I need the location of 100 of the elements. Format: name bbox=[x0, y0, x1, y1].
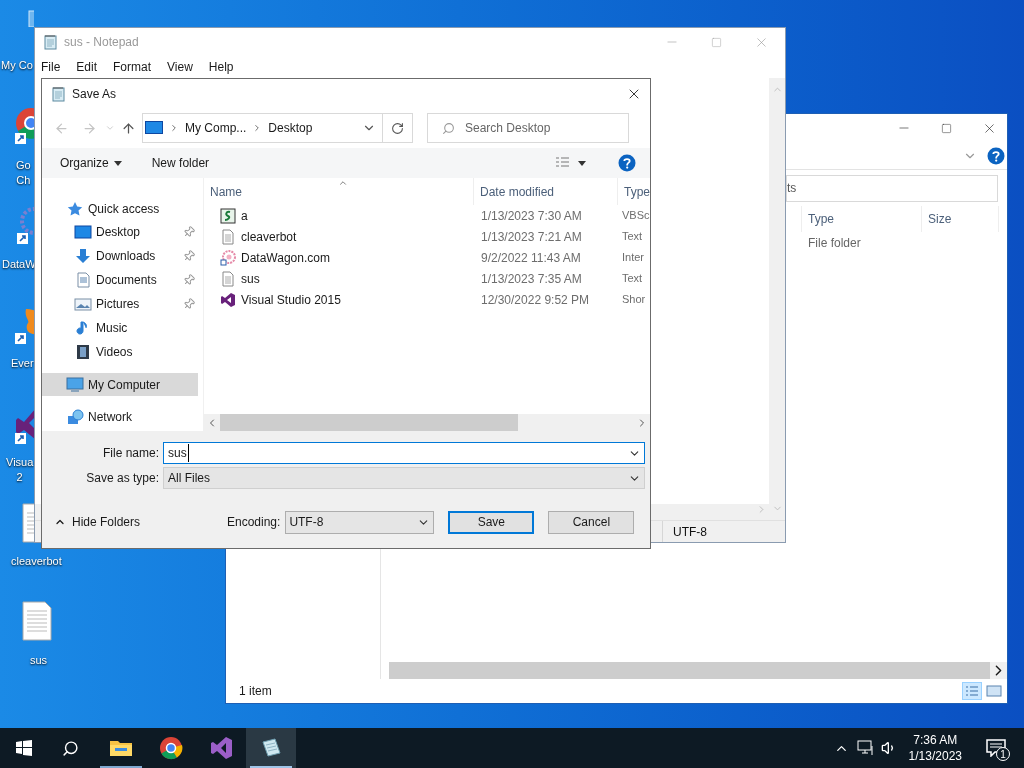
text-file-icon bbox=[220, 270, 236, 287]
date-modified-cell-text: 9/2/2022 11:43 AM bbox=[480, 249, 582, 267]
file-row[interactable]: sus 1/13/2023 7:35 AM Text bbox=[204, 268, 650, 289]
file-name: Visual Studio 2015 bbox=[241, 291, 341, 309]
new-folder-button[interactable]: New folder bbox=[151, 154, 210, 172]
network-icon bbox=[66, 408, 84, 425]
file-name-field[interactable]: sus bbox=[163, 442, 645, 464]
file-name-label: File name: bbox=[101, 445, 160, 462]
menu-item[interactable]: Format bbox=[113, 58, 152, 76]
menu-item[interactable]: View bbox=[167, 58, 193, 76]
breadcrumb-item[interactable]: Desktop bbox=[268, 119, 313, 137]
help-icon[interactable] bbox=[618, 154, 636, 172]
date-modified-cell-text: 1/13/2023 7:35 AM bbox=[480, 270, 583, 288]
breadcrumb-item[interactable]: My Comp... bbox=[185, 119, 247, 137]
save-as-type-dropdown[interactable]: All Files bbox=[163, 467, 645, 489]
notification-badge: 1 bbox=[996, 747, 1010, 761]
status-text: 1 item bbox=[239, 683, 272, 700]
file-name: a bbox=[241, 207, 248, 225]
column-header[interactable]: Date modified bbox=[474, 178, 618, 205]
desktop-icon-label: 2 bbox=[16, 470, 23, 485]
maximize-icon[interactable] bbox=[941, 122, 952, 134]
notepad-icon bbox=[259, 736, 283, 760]
file-row[interactable]: a 1/13/2023 7:30 AM VBSc bbox=[204, 205, 650, 226]
menu-item[interactable]: File bbox=[41, 58, 61, 76]
encoding-status: UTF-8 bbox=[672, 523, 707, 541]
document-icon bbox=[74, 272, 92, 288]
desktop-icon-label: sus bbox=[30, 653, 48, 668]
film-icon bbox=[74, 344, 92, 360]
file-type-cell-text: File folder bbox=[808, 235, 861, 252]
desktop-icon bbox=[74, 224, 92, 240]
file-type-cell-text: VBSc bbox=[621, 208, 650, 224]
up-icon[interactable] bbox=[121, 120, 136, 136]
save-as-type-label: Save as type: bbox=[85, 470, 160, 487]
save-button[interactable]: Save bbox=[448, 510, 535, 534]
details-view-icon[interactable] bbox=[962, 682, 982, 700]
address-bar[interactable]: My Comp... Desktop bbox=[142, 113, 383, 143]
column-header[interactable]: Name bbox=[204, 178, 474, 205]
window-title: sus - Notepad bbox=[64, 34, 139, 51]
date-modified-cell-text: 1/13/2023 7:21 AM bbox=[480, 228, 583, 246]
date-modified-cell-text: 12/30/2022 9:52 PM bbox=[480, 291, 591, 309]
nav-item[interactable]: Pictures bbox=[42, 292, 203, 316]
scrollbar-thumb[interactable] bbox=[220, 414, 518, 431]
desktop-icon-label: DataW bbox=[2, 257, 36, 272]
taskbar-button[interactable] bbox=[246, 728, 296, 768]
download-arrow-icon bbox=[74, 248, 92, 264]
column-header[interactable]: Type bbox=[801, 206, 921, 232]
desktop-icon-label: cleaverbot bbox=[11, 554, 62, 569]
desktop-icon-label: Ever bbox=[11, 356, 34, 371]
menu-item[interactable]: Help bbox=[208, 58, 234, 76]
cancel-button[interactable]: Cancel bbox=[548, 510, 635, 534]
search-field[interactable]: ts bbox=[786, 174, 998, 202]
horizontal-scrollbar[interactable] bbox=[389, 662, 1007, 679]
refresh-button[interactable] bbox=[383, 113, 413, 143]
thumbnail-view-icon[interactable] bbox=[984, 682, 1004, 700]
nav-item[interactable]: Quick access bbox=[42, 197, 198, 220]
notification-icon[interactable] bbox=[986, 739, 1006, 757]
nav-item[interactable]: My Computer bbox=[42, 373, 198, 396]
refresh-icon bbox=[391, 121, 404, 135]
chrome-icon bbox=[159, 736, 183, 760]
horizontal-scrollbar[interactable] bbox=[204, 414, 650, 431]
nav-item[interactable]: Documents bbox=[42, 268, 203, 292]
caret-icon bbox=[113, 160, 122, 166]
web-shortcut-icon bbox=[220, 249, 236, 266]
desktop-icon-label: My Co bbox=[1, 58, 33, 73]
file-name: cleaverbot bbox=[241, 228, 297, 246]
windows-logo-icon[interactable] bbox=[16, 740, 32, 756]
file-name: DataWagon.com bbox=[241, 249, 330, 267]
file-type-cell-text: Shor bbox=[621, 292, 647, 308]
encoding-dropdown[interactable]: UTF-8 bbox=[285, 510, 435, 534]
scroll-right-icon[interactable] bbox=[990, 662, 1007, 679]
script-file-icon bbox=[220, 207, 236, 224]
text-file-icon[interactable] bbox=[20, 601, 54, 641]
column-header[interactable]: Type bbox=[618, 178, 650, 205]
nav-item[interactable]: Videos bbox=[42, 340, 203, 364]
file-row[interactable]: cleaverbot 1/13/2023 7:21 AM Text bbox=[204, 226, 650, 247]
dialog-title: Save As bbox=[72, 85, 117, 103]
search-field[interactable]: Search Desktop bbox=[427, 113, 629, 143]
visual-studio-icon bbox=[209, 736, 233, 760]
notepad-icon bbox=[51, 85, 67, 102]
column-header[interactable]: Size bbox=[921, 206, 999, 232]
search-icon[interactable] bbox=[62, 739, 79, 757]
hide-folders-button[interactable]: Hide Folders bbox=[42, 513, 227, 531]
file-type-cell-text: Text bbox=[621, 229, 644, 245]
nav-item[interactable]: Music bbox=[42, 316, 203, 340]
clock[interactable]: 7:36 AM 1/13/2023 bbox=[908, 732, 962, 764]
file-row[interactable]: DataWagon.com 9/2/2022 11:43 AM Inter bbox=[204, 247, 650, 268]
desktop-icon-label: Visua bbox=[6, 455, 34, 470]
menu-item[interactable]: Edit bbox=[76, 58, 98, 76]
file-row[interactable]: Visual Studio 2015 12/30/2022 9:52 PM Shor bbox=[204, 289, 650, 310]
network-icon[interactable] bbox=[856, 740, 875, 756]
organize-button[interactable]: Organize bbox=[60, 154, 122, 172]
view-options-icon[interactable] bbox=[556, 157, 586, 169]
file-type-cell-text: Inter bbox=[621, 250, 645, 266]
visual-studio-icon bbox=[220, 291, 236, 308]
nav-item[interactable]: Downloads bbox=[42, 244, 203, 268]
nav-item[interactable]: Network bbox=[42, 405, 198, 428]
nav-item[interactable]: Desktop bbox=[42, 220, 203, 244]
help-icon[interactable] bbox=[987, 146, 1005, 165]
breadcrumb-separator-icon bbox=[169, 123, 179, 133]
file-type-cell-text: Text bbox=[621, 271, 644, 287]
